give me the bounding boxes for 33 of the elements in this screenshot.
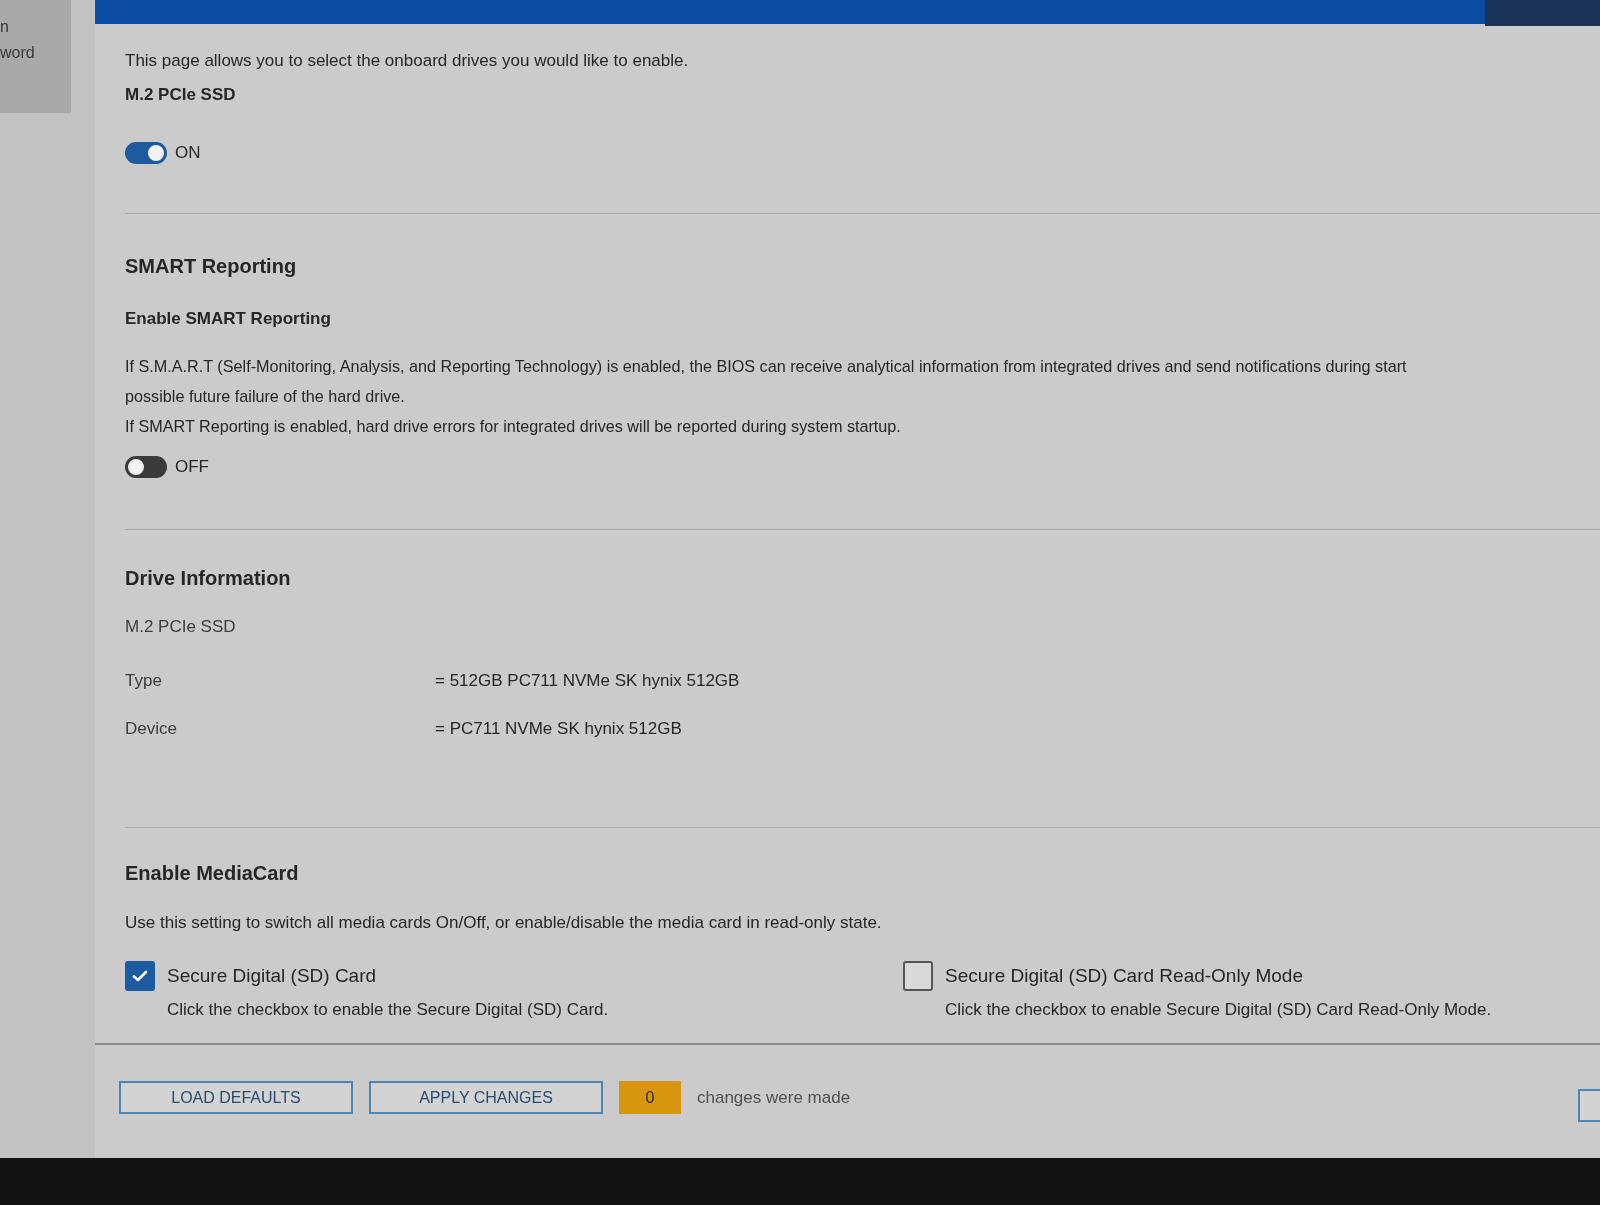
option-label: Secure Digital (SD) Card: [167, 964, 378, 988]
toggle-switch[interactable]: [125, 456, 167, 478]
setting-label: M.2 PCIe SSD: [125, 84, 237, 106]
section-title: SMART Reporting: [125, 254, 298, 279]
changes-status-text: changes were made: [697, 1086, 851, 1109]
info-value: = PC711 NVMe SK hynix 512GB: [435, 718, 682, 740]
button[interactable]: [1578, 1089, 1600, 1122]
apply-changes-button[interactable]: APPLY CHANGES: [369, 1081, 603, 1114]
section-title: Enable MediaCard: [125, 861, 300, 886]
option-description: Click the checkbox to enable the Secure Digital (SD) Card.: [167, 999, 609, 1021]
toggle-state-label: ON: [175, 142, 201, 164]
checkmark-icon: [132, 970, 148, 982]
option-label: Secure Digital (SD) Card Read-Only Mode: [945, 964, 1304, 988]
changes-count: 0: [619, 1081, 681, 1114]
drive-name: M.2 PCIe SSD: [125, 616, 237, 638]
toggle-state-label: OFF: [175, 456, 209, 478]
info-value: = 512GB PC711 NVMe SK hynix 512GB: [435, 670, 740, 692]
checkbox[interactable]: [903, 961, 933, 991]
setting-label: Enable SMART Reporting: [125, 308, 332, 330]
info-label: Type: [125, 670, 163, 692]
section-title: Drive Information: [125, 566, 292, 591]
page-description: This page allows you to select the onboard drives you would like to enable.: [125, 50, 690, 72]
info-label: Device: [125, 718, 178, 740]
section-description: Use this setting to switch all media cards On/Off, or enable/disable the media card in read-only state.: [125, 912, 883, 934]
description-line: possible future failure of the hard drive.: [125, 386, 406, 407]
sidebar-item[interactable]: word: [0, 42, 71, 64]
load-defaults-button[interactable]: LOAD DEFAULTS: [119, 1081, 353, 1114]
sidebar-item[interactable]: n: [0, 16, 71, 38]
description-line: If SMART Reporting is enabled, hard drive errors for integrated drives will be reported during system startup.: [125, 416, 902, 437]
toggle-switch[interactable]: [125, 142, 167, 164]
option-description: Click the checkbox to enable Secure Digital (SD) Card Read-Only Mode.: [945, 999, 1492, 1021]
checkbox[interactable]: [125, 961, 155, 991]
description-line: If S.M.A.R.T (Self-Monitoring, Analysis, and Reporting Technology) is enabled, the BIOS can receive analytical information from integrated drives and send notifications during start: [125, 356, 1408, 377]
